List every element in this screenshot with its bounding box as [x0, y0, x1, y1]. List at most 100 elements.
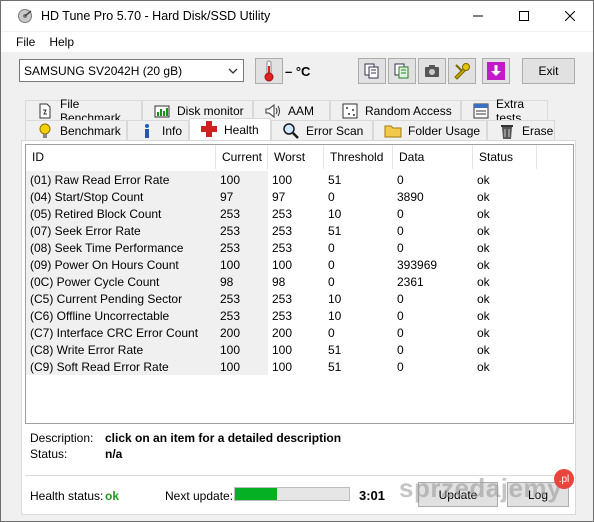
close-button[interactable] — [547, 1, 593, 31]
cell-status: ok — [477, 359, 490, 374]
copy-icon — [364, 63, 379, 79]
status-value: n/a — [105, 447, 123, 461]
column-header-status[interactable]: Status — [473, 145, 537, 169]
table-row[interactable]: (C8) Write Error Rate 100 100 51 0 ok — [26, 341, 573, 358]
cell-data: 2361 — [397, 274, 424, 289]
tab-label: Info — [162, 123, 183, 138]
cell-current: 97 — [216, 188, 268, 205]
cell-threshold: 0 — [328, 325, 335, 340]
watermark-logo: sprzedajemy — [399, 473, 563, 503]
cell-worst: 253 — [272, 206, 293, 221]
copy-text-button[interactable] — [358, 58, 386, 84]
table-row[interactable]: (04) Start/Stop Count 97 97 0 3890 ok — [26, 188, 573, 205]
cell-worst: 253 — [272, 240, 293, 255]
cell-current: 100 — [216, 358, 268, 375]
close-icon — [565, 11, 575, 21]
cell-current: 100 — [216, 171, 268, 188]
tab-aam[interactable]: AAM — [253, 100, 330, 120]
folder-icon — [384, 125, 402, 138]
tab-random-access[interactable]: Random Access — [330, 100, 461, 120]
cell-data: 0 — [397, 325, 404, 340]
column-header-id[interactable]: ID — [26, 145, 216, 169]
exit-button[interactable]: Exit — [522, 58, 575, 84]
status-label: Status: — [30, 447, 68, 461]
description-line: Description: click on an item for a detai… — [30, 431, 341, 445]
drive-select[interactable]: SAMSUNG SV2042H (20 gB) — [19, 59, 244, 82]
save-button[interactable] — [482, 58, 510, 84]
menu-help[interactable]: Help — [42, 35, 81, 49]
extra-tests-icon — [473, 103, 489, 119]
cell-current: 100 — [216, 256, 268, 273]
column-header-threshold[interactable]: Threshold — [324, 145, 393, 169]
tab-label: Health — [224, 122, 259, 137]
tab-info[interactable]: Info — [127, 120, 189, 140]
cell-data: 393969 — [397, 257, 438, 272]
cell-status: ok — [477, 291, 490, 306]
column-header-worst[interactable]: Worst — [268, 145, 324, 169]
health-panel: ID Current Worst Threshold Data Status (… — [21, 140, 576, 515]
minimize-button[interactable] — [455, 1, 501, 31]
tab-label: Erase — [522, 123, 554, 138]
tab-erase[interactable]: Erase — [487, 120, 555, 140]
cell-worst: 100 — [272, 257, 293, 272]
window-controls — [455, 1, 593, 31]
column-header-current[interactable]: Current — [216, 145, 268, 169]
cell-status: ok — [477, 274, 490, 289]
cell-threshold: 51 — [328, 359, 342, 374]
cell-worst: 97 — [272, 189, 286, 204]
cell-worst: 253 — [272, 308, 293, 323]
table-row[interactable]: (C6) Offline Uncorrectable 253 253 10 0 ok — [26, 307, 573, 324]
tab-benchmark[interactable]: Benchmark — [25, 120, 127, 140]
options-button[interactable] — [448, 58, 476, 84]
tab-label: Error Scan — [306, 123, 364, 138]
cell-threshold: 51 — [328, 223, 342, 238]
cell-worst: 253 — [272, 223, 293, 238]
cell-id: (0C) Power Cycle Count — [26, 273, 216, 290]
cell-current: 200 — [216, 324, 268, 341]
table-row[interactable]: (C9) Soft Read Error Rate 100 100 51 0 ok — [26, 358, 573, 375]
tab-file-benchmark[interactable]: File Benchmark — [25, 97, 142, 125]
app-window: HD Tune Pro 5.70 - Hard Disk/SSD Utility… — [0, 0, 594, 522]
menu-file[interactable]: File — [9, 35, 42, 49]
maximize-button[interactable] — [501, 1, 547, 31]
cell-threshold: 0 — [328, 257, 335, 272]
cell-current: 253 — [216, 290, 268, 307]
status-line: Status: n/a — [30, 447, 122, 461]
table-row[interactable]: (01) Raw Read Error Rate 100 100 51 0 ok — [26, 171, 573, 188]
maximize-icon — [519, 11, 529, 21]
window-title: HD Tune Pro 5.70 - Hard Disk/SSD Utility — [41, 9, 271, 23]
tabs-row-2: Benchmark Info Health Error Scan Folder … — [25, 118, 555, 140]
column-header-data[interactable]: Data — [393, 145, 473, 169]
table-row[interactable]: (0C) Power Cycle Count 98 98 0 2361 ok — [26, 273, 573, 290]
table-row[interactable]: (08) Seek Time Performance 253 253 0 0 ok — [26, 239, 573, 256]
next-update-label: Next update: — [165, 489, 234, 503]
table-row[interactable]: (C5) Current Pending Sector 253 253 10 0 ok — [26, 290, 573, 307]
screenshot-button[interactable] — [418, 58, 446, 84]
cell-status: ok — [477, 257, 490, 272]
table-row[interactable]: (C7) Interface CRC Error Count 200 200 0 0 ok — [26, 324, 573, 341]
tab-extra-tests[interactable]: Extra tests — [461, 97, 548, 125]
cell-data: 0 — [397, 206, 404, 221]
cell-id: (07) Seek Error Rate — [26, 222, 216, 239]
tab-folder-usage[interactable]: Folder Usage — [373, 120, 487, 140]
temperature-button[interactable] — [255, 58, 283, 84]
cell-status: ok — [477, 308, 490, 323]
cell-threshold: 51 — [328, 342, 342, 357]
tab-label: Folder Usage — [408, 123, 481, 138]
cell-threshold: 51 — [328, 172, 342, 187]
table-row[interactable]: (07) Seek Error Rate 253 253 51 0 ok — [26, 222, 573, 239]
cell-current: 253 — [216, 222, 268, 239]
tab-health[interactable]: Health — [189, 118, 271, 140]
cell-worst: 100 — [272, 359, 293, 374]
tab-error-scan[interactable]: Error Scan — [271, 120, 373, 140]
table-row[interactable]: (05) Retired Block Count 253 253 10 0 ok — [26, 205, 573, 222]
next-update-progress — [234, 487, 350, 501]
temperature-readout: – °C — [285, 64, 311, 79]
copy-green-icon — [394, 63, 409, 79]
tools-icon — [454, 63, 470, 80]
tab-disk-monitor[interactable]: Disk monitor — [142, 100, 253, 120]
copy-all-button[interactable] — [388, 58, 416, 84]
table-row[interactable]: (09) Power On Hours Count 100 100 0 393969 ok — [26, 256, 573, 273]
cell-threshold: 10 — [328, 291, 342, 306]
cell-status: ok — [477, 325, 490, 340]
